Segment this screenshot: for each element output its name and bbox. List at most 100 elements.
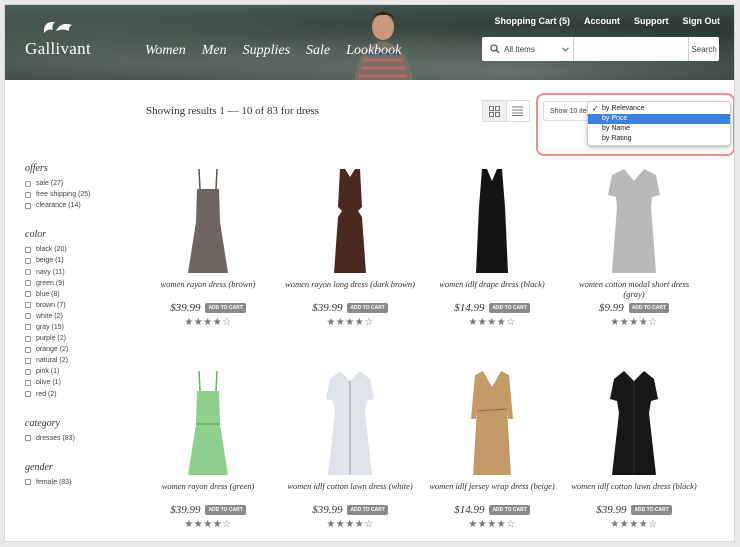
checkbox[interactable] — [25, 302, 31, 309]
search-button[interactable]: Search — [688, 37, 719, 61]
checkbox[interactable] — [25, 368, 31, 375]
product-name[interactable]: women idlf cotton lawn dress (black) — [569, 481, 699, 501]
add-to-cart-button[interactable]: ADD TO CART — [489, 505, 530, 515]
checkbox[interactable] — [25, 379, 31, 386]
filter-option[interactable]: pink (1) — [25, 366, 135, 377]
nav-supplies[interactable]: Supplies — [243, 43, 290, 59]
product-image[interactable] — [427, 367, 557, 477]
support-link[interactable]: Support — [634, 16, 669, 26]
nav-sale[interactable]: Sale — [306, 43, 330, 59]
filter-option[interactable]: purple (2) — [25, 333, 135, 344]
results-summary: Showing results 1 — 10 of 83 for dress — [146, 105, 319, 117]
product-image[interactable] — [569, 165, 699, 275]
product-name[interactable]: women cotton modal short dress (gray) — [569, 279, 699, 299]
checkbox[interactable] — [25, 291, 31, 298]
product-image[interactable] — [569, 367, 699, 477]
add-to-cart-button[interactable]: ADD TO CART — [205, 303, 246, 313]
add-to-cart-button[interactable]: ADD TO CART — [489, 303, 530, 313]
sort-option-rating[interactable]: by Rating — [588, 134, 730, 144]
account-link[interactable]: Account — [584, 16, 620, 26]
add-to-cart-button[interactable]: ADD TO CART — [628, 303, 670, 313]
filter-option[interactable]: navy (11) — [25, 266, 135, 277]
checkbox[interactable] — [25, 202, 31, 209]
product-card[interactable]: women idlf jersey wrap dress (beige) $14… — [427, 367, 557, 530]
checkbox[interactable] — [25, 313, 31, 320]
filter-option[interactable]: olive (1) — [25, 377, 135, 388]
filter-option[interactable]: white (2) — [25, 311, 135, 322]
sort-option-relevance[interactable]: ✓ by Relevance — [588, 104, 730, 114]
filter-option[interactable]: brown (7) — [25, 300, 135, 311]
filter-option[interactable]: orange (2) — [25, 344, 135, 355]
view-toggle — [482, 100, 530, 122]
checkbox[interactable] — [25, 191, 31, 198]
product-card[interactable]: women idlf cotton lawn dress (white) $39… — [285, 367, 415, 530]
filter-option[interactable]: red (2) — [25, 389, 135, 400]
product-card[interactable]: women rayon dress (green) $39.99 ADD TO C… — [143, 367, 273, 530]
product-name[interactable]: women rayon dress (brown) — [143, 279, 273, 299]
checkbox[interactable] — [25, 257, 31, 264]
filter-option[interactable]: beige (1) — [25, 255, 135, 266]
checkbox[interactable] — [25, 435, 31, 442]
product-image[interactable] — [427, 165, 557, 275]
checkbox[interactable] — [25, 324, 31, 331]
filter-label: clearance (14) — [36, 202, 81, 210]
nav-lookbook[interactable]: Lookbook — [346, 43, 401, 59]
filter-option[interactable]: female (83) — [25, 477, 135, 488]
product-name[interactable]: women rayon long dress (dark brown) — [285, 279, 415, 299]
product-name[interactable]: women idlf cotton lawn dress (white) — [285, 481, 415, 501]
filter-option[interactable]: natural (2) — [25, 355, 135, 366]
product-name[interactable]: women idlf jersey wrap dress (beige) — [427, 481, 557, 501]
checkbox[interactable] — [25, 479, 31, 486]
nav-women[interactable]: Women — [145, 43, 186, 59]
brand-logo[interactable]: Gallivant — [23, 19, 93, 59]
checkbox[interactable] — [25, 391, 31, 398]
add-to-cart-button[interactable]: ADD TO CART — [347, 505, 388, 515]
product-card[interactable]: women idlf cotton lawn dress (black) $39… — [569, 367, 699, 530]
sign-out-link[interactable]: Sign Out — [683, 16, 721, 26]
list-view-button[interactable] — [507, 101, 530, 121]
nav-men[interactable]: Men — [202, 43, 227, 59]
product-image[interactable] — [285, 367, 415, 477]
checkbox[interactable] — [25, 346, 31, 353]
checkbox[interactable] — [25, 246, 31, 253]
filter-option[interactable]: free shipping (25) — [25, 189, 135, 200]
filter-option[interactable]: blue (8) — [25, 289, 135, 300]
dress-image — [471, 371, 513, 475]
add-to-cart-button[interactable]: ADD TO CART — [205, 505, 246, 515]
grid-view-button[interactable] — [483, 101, 507, 121]
checkbox[interactable] — [25, 180, 31, 187]
add-to-cart-button[interactable]: ADD TO CART — [347, 303, 388, 313]
product-card[interactable]: women rayon long dress (dark brown) $39.… — [285, 165, 415, 328]
filter-option[interactable]: green (9) — [25, 278, 135, 289]
dress-shape — [188, 391, 228, 475]
search-bar: All Items Search — [482, 37, 719, 61]
search-scope-select[interactable]: All Items — [504, 37, 575, 61]
facet-title: category — [25, 417, 60, 429]
product-name[interactable]: women rayon dress (green) — [143, 481, 273, 501]
product-name[interactable]: women idlf drape dress (black) — [427, 279, 557, 299]
star-rating: ★★★★☆ — [610, 317, 658, 328]
sort-option-price[interactable]: by Price — [588, 114, 730, 124]
checkbox[interactable] — [25, 280, 31, 287]
shopping-cart-link[interactable]: Shopping Cart (5) — [495, 16, 571, 26]
dress-image — [188, 168, 228, 273]
product-image[interactable] — [143, 165, 273, 275]
filter-option[interactable]: black (20) — [25, 244, 135, 255]
search-icon — [485, 44, 504, 54]
product-card[interactable]: women cotton modal short dress (gray) $9… — [569, 165, 699, 328]
product-image[interactable] — [285, 165, 415, 275]
checkbox[interactable] — [25, 269, 31, 276]
checkbox[interactable] — [25, 335, 31, 342]
facet-color: color black (20) beige (1) navy (11) gre… — [25, 229, 135, 399]
search-input[interactable] — [574, 37, 689, 61]
filter-option[interactable]: dresses (83) — [25, 433, 135, 444]
product-image[interactable] — [143, 367, 273, 477]
add-to-cart-button[interactable]: ADD TO CART — [631, 505, 672, 515]
product-card[interactable]: women idlf drape dress (black) $14.99 ADD… — [427, 165, 557, 328]
filter-option[interactable]: sale (27) — [25, 178, 135, 189]
product-card[interactable]: women rayon dress (brown) $39.99 ADD TO C… — [143, 165, 273, 328]
checkbox[interactable] — [25, 357, 31, 364]
filter-option[interactable]: gray (15) — [25, 322, 135, 333]
filter-option[interactable]: clearance (14) — [25, 200, 135, 211]
sort-option-name[interactable]: by Name — [588, 124, 730, 134]
